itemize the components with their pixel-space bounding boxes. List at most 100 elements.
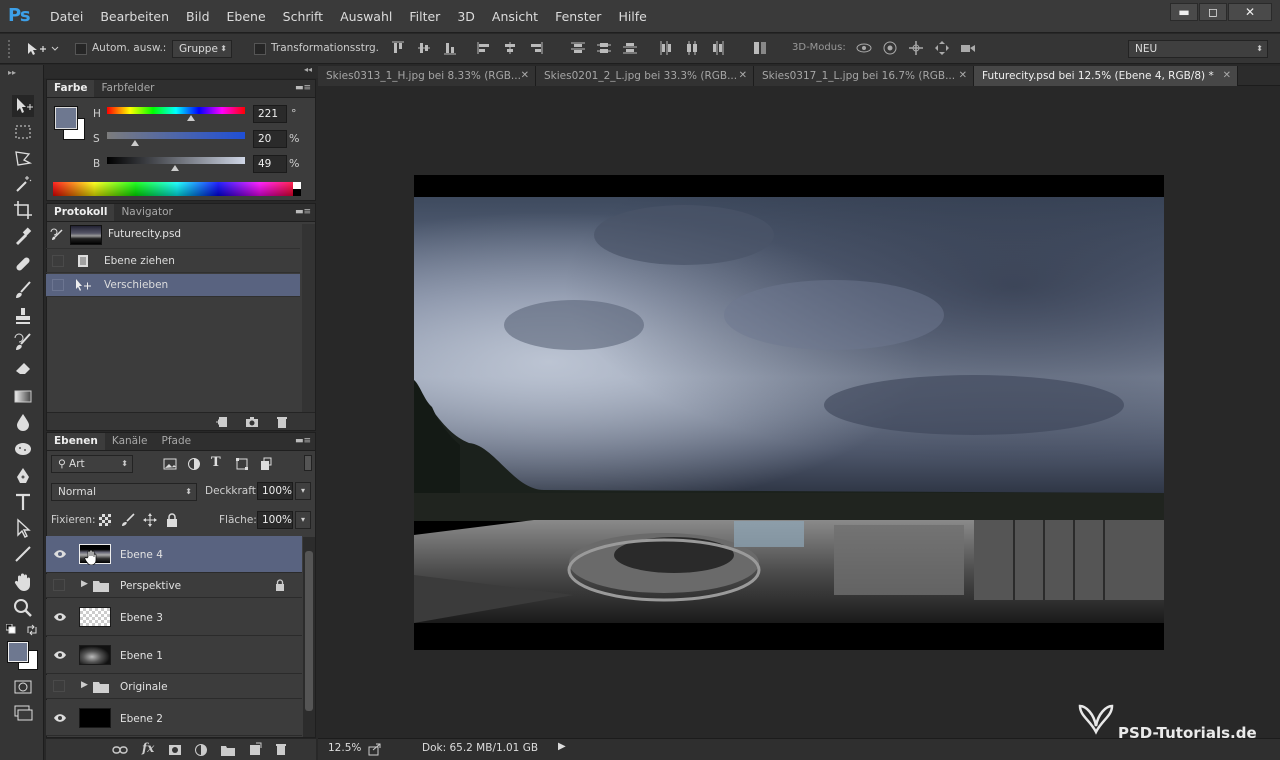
delete-state-button[interactable] (275, 415, 289, 429)
lasso-tool[interactable] (12, 147, 34, 169)
history-item[interactable]: Ebene ziehen (46, 250, 300, 273)
stamp-tool[interactable] (12, 305, 34, 327)
tab-protokoll[interactable]: Protokoll (47, 204, 115, 221)
add-mask-button[interactable] (168, 743, 182, 757)
opacity-slider-button[interactable]: ▾ (295, 482, 311, 500)
foreground-color-swatch[interactable] (7, 641, 29, 663)
path-selection-tool[interactable] (12, 517, 34, 539)
filter-pixel-button[interactable] (163, 457, 177, 471)
panel-menu-icon[interactable]: ▬≡ (295, 436, 311, 446)
brush-tool[interactable] (12, 279, 34, 301)
collapse-panels-icon[interactable]: ◂◂ (304, 65, 312, 74)
sponge-tool[interactable] (12, 437, 34, 459)
history-brush-source-icon[interactable] (50, 228, 64, 242)
distribute-vcenter-button[interactable] (596, 40, 612, 56)
share-icon[interactable] (368, 742, 382, 756)
eye-icon[interactable] (53, 711, 67, 725)
eye-icon[interactable] (53, 610, 67, 624)
tab-ebenen[interactable]: Ebenen (47, 433, 105, 450)
tab-navigator[interactable]: Navigator (114, 204, 179, 221)
3d-slide-button[interactable] (934, 40, 950, 56)
layer-group-row[interactable]: ▶ Perspektive (46, 574, 302, 598)
auto-select-checkbox[interactable] (75, 43, 87, 55)
close-icon[interactable]: ✕ (739, 66, 747, 86)
swap-colors-icon[interactable] (26, 624, 38, 636)
lock-pixels-button[interactable] (121, 513, 135, 527)
doc-tab-active[interactable]: Futurecity.psd bei 12.5% (Ebene 4, RGB/8… (974, 66, 1238, 86)
new-snapshot-button[interactable] (245, 415, 259, 429)
menu-schrift[interactable]: Schrift (283, 9, 323, 24)
quick-mask-button[interactable] (12, 676, 34, 698)
align-left-button[interactable] (476, 40, 492, 56)
history-snapshot[interactable]: Futurecity.psd (46, 222, 300, 249)
brightness-slider[interactable] (107, 157, 245, 164)
default-colors-icon[interactable] (6, 624, 16, 634)
hue-slider[interactable] (107, 107, 245, 114)
restore-button[interactable]: ◻ (1199, 3, 1227, 21)
crop-tool[interactable] (12, 199, 34, 221)
layer-thumbnail[interactable] (79, 645, 111, 665)
distribute-bottom-button[interactable] (622, 40, 638, 56)
lock-position-button[interactable] (143, 513, 157, 527)
history-source-box[interactable] (52, 255, 64, 267)
close-icon[interactable]: ✕ (959, 66, 967, 86)
menu-datei[interactable]: Datei (50, 9, 83, 24)
lock-transparency-button[interactable] (99, 514, 111, 526)
filter-shape-button[interactable] (235, 457, 249, 471)
panel-menu-icon[interactable]: ▬≡ (295, 207, 311, 217)
tab-farbfelder[interactable]: Farbfelder (94, 80, 161, 97)
doc-tab[interactable]: Skies0317_1_L.jpg bei 16.7% (RGB... ✕ (754, 66, 974, 86)
screen-mode-button[interactable] (12, 702, 34, 724)
distribute-top-button[interactable] (570, 40, 586, 56)
tab-kanaele[interactable]: Kanäle (105, 433, 155, 450)
new-layer-button[interactable] (248, 742, 262, 756)
new-group-button[interactable] (220, 743, 236, 757)
layer-thumbnail[interactable] (79, 607, 111, 627)
transform-controls-checkbox[interactable] (254, 43, 266, 55)
collapse-toolbar-icon[interactable]: ▸▸ (8, 68, 16, 77)
blend-mode-dropdown[interactable]: Normal ⬍ (51, 483, 197, 501)
layer-row[interactable]: Ebene 2 (46, 700, 302, 736)
filter-type-button[interactable]: T (211, 455, 221, 470)
minimize-button[interactable]: ▬ (1170, 3, 1198, 21)
layer-row[interactable]: Ebene 3 (46, 599, 302, 636)
eraser-tool[interactable] (12, 357, 34, 379)
hand-tool[interactable] (12, 571, 34, 593)
menu-3d[interactable]: 3D (457, 9, 475, 24)
menu-fenster[interactable]: Fenster (555, 9, 601, 24)
line-tool[interactable] (12, 543, 34, 565)
close-icon[interactable]: ✕ (1223, 66, 1231, 86)
menu-hilfe[interactable]: Hilfe (618, 9, 646, 24)
close-icon[interactable]: ✕ (521, 66, 529, 86)
healing-brush-tool[interactable] (12, 253, 34, 275)
fill-slider-button[interactable]: ▾ (295, 511, 311, 529)
opacity-field[interactable]: 100% (257, 482, 293, 500)
new-adjustment-button[interactable] (194, 743, 208, 757)
3d-roll-button[interactable] (882, 40, 898, 56)
doc-tab[interactable]: Skies0201_2_L.jpg bei 33.3% (RGB... ✕ (536, 66, 754, 86)
eye-icon[interactable] (53, 547, 67, 561)
3d-orbit-button[interactable] (856, 40, 872, 56)
brightness-value-field[interactable]: 49 (253, 155, 287, 173)
hue-slider-thumb[interactable] (187, 115, 196, 121)
align-vcenter-button[interactable] (416, 40, 432, 56)
workspace-dropdown[interactable]: NEU ⬍ (1128, 40, 1268, 58)
saturation-value-field[interactable]: 20 (253, 130, 287, 148)
tab-pfade[interactable]: Pfade (155, 433, 199, 450)
zoom-level[interactable]: 12.5% (328, 742, 361, 754)
align-top-button[interactable] (390, 40, 406, 56)
filter-adjustment-button[interactable] (187, 457, 201, 471)
history-source-box[interactable] (52, 279, 64, 291)
menu-ansicht[interactable]: Ansicht (492, 9, 538, 24)
expand-arrow-icon[interactable]: ▶ (81, 680, 88, 690)
3d-scale-button[interactable] (960, 40, 976, 56)
magic-wand-tool[interactable] (12, 173, 34, 195)
zoom-tool[interactable] (12, 597, 34, 619)
black-swatch[interactable] (293, 189, 301, 196)
brightness-slider-thumb[interactable] (170, 165, 179, 171)
layer-row[interactable]: Ebene 1 (46, 637, 302, 674)
layer-group-row[interactable]: ▶ Originale (46, 675, 302, 699)
delete-layer-button[interactable] (274, 742, 288, 756)
layer-filter-dropdown[interactable]: ⚲ Art ⬍ (51, 455, 133, 473)
menu-bild[interactable]: Bild (186, 9, 209, 24)
